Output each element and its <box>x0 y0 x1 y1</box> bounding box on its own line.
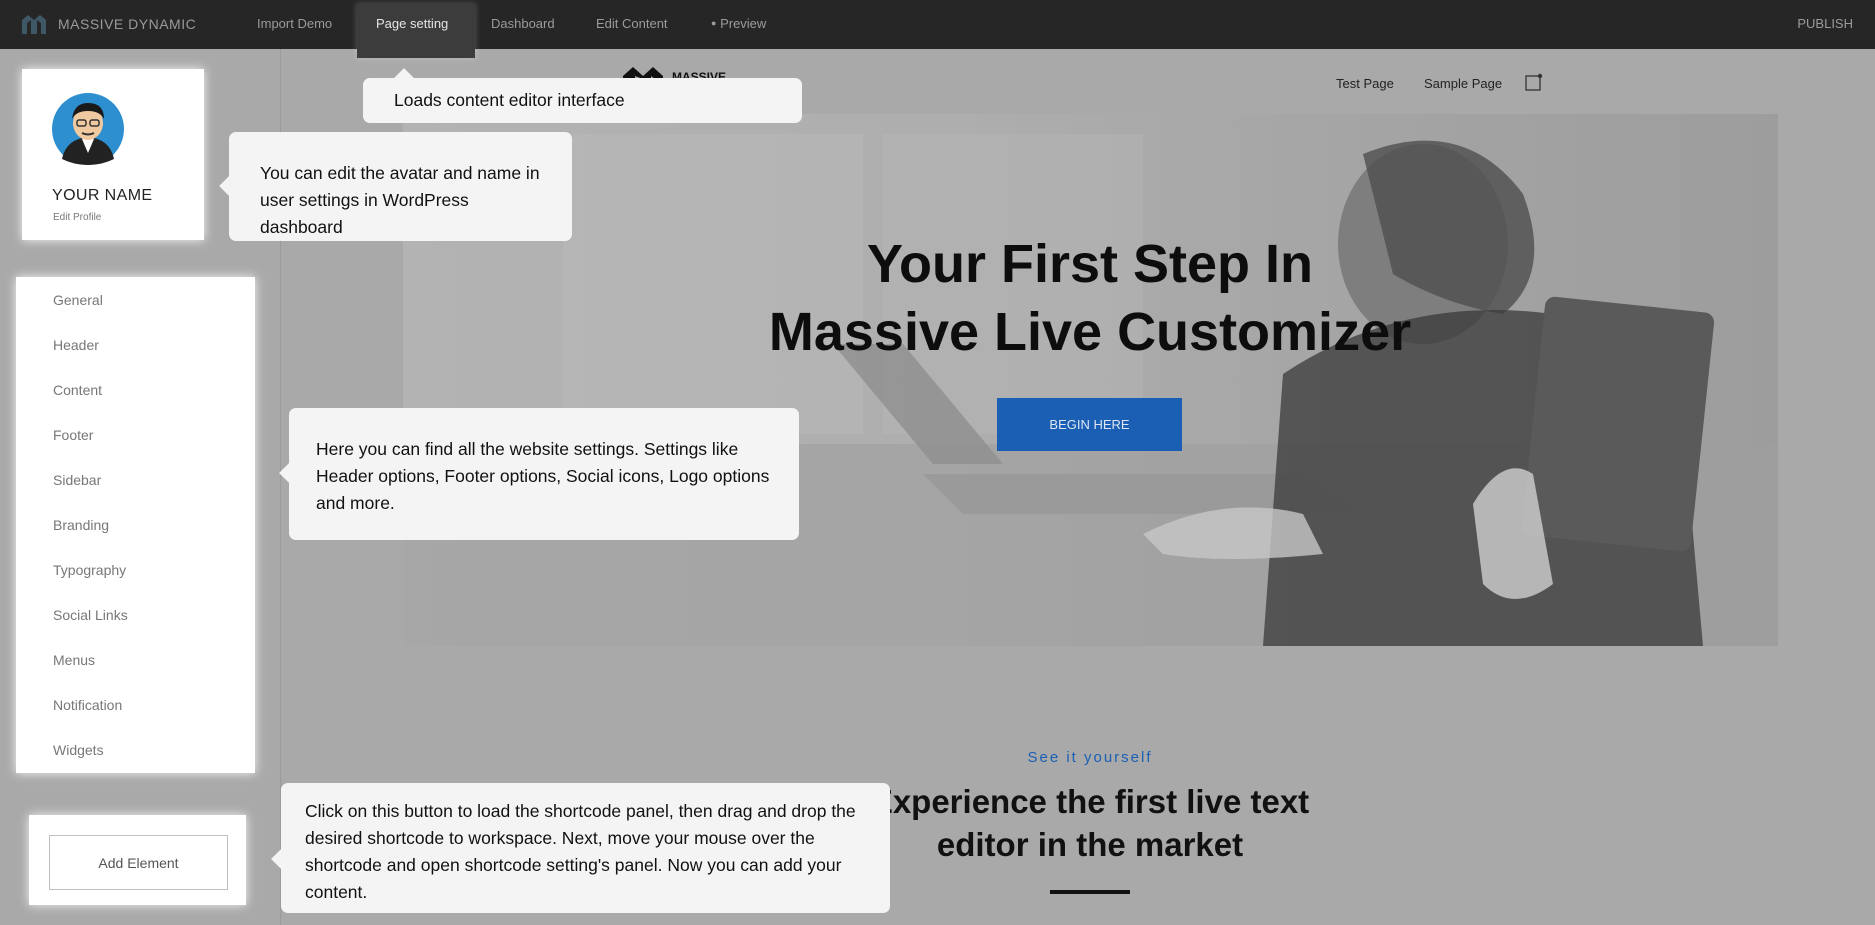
menu-item-widgets[interactable]: Widgets <box>53 742 104 758</box>
massive-logo-icon <box>22 15 46 34</box>
menu-item-footer[interactable]: Footer <box>53 427 93 443</box>
nav-edit-content[interactable]: Edit Content <box>596 16 668 31</box>
avatar[interactable] <box>52 93 124 165</box>
site-nav-test-page[interactable]: Test Page <box>1336 76 1394 91</box>
menu-item-sidebar[interactable]: Sidebar <box>53 472 101 488</box>
hero-title-line-1: Your First Step In <box>866 234 1314 294</box>
section-title-line-1: Experience the first live text <box>870 783 1310 820</box>
tooltip-settings: Here you can find all the website settin… <box>289 408 799 540</box>
menu-item-general[interactable]: General <box>53 292 103 308</box>
preview-dot-icon: ● <box>711 18 717 28</box>
tooltip-avatar: You can edit the avatar and name in user… <box>229 132 572 241</box>
menu-item-social-links[interactable]: Social Links <box>53 607 128 623</box>
tooltip-loads-editor: Loads content editor interface <box>363 78 802 123</box>
woman-laptop-illustration <box>403 134 1778 646</box>
nav-preview[interactable]: ● Preview <box>711 16 766 31</box>
nav-preview-label: Preview <box>720 16 767 31</box>
profile-card: YOUR NAME Edit Profile <box>22 69 204 240</box>
menu-item-branding[interactable]: Branding <box>53 517 109 533</box>
cart-icon[interactable] <box>1525 73 1543 91</box>
menu-item-typography[interactable]: Typography <box>53 562 126 578</box>
hero-title-line-2: Massive Live Customizer <box>768 302 1412 362</box>
active-tab-highlight <box>357 4 475 58</box>
menu-item-header[interactable]: Header <box>53 337 99 353</box>
site-nav-sample-page[interactable]: Sample Page <box>1424 76 1502 91</box>
section-underline <box>1050 890 1130 894</box>
section-kicker: See it yourself <box>1027 749 1153 766</box>
hero-image <box>403 114 1778 646</box>
menu-item-notification[interactable]: Notification <box>53 697 122 713</box>
nav-dashboard[interactable]: Dashboard <box>491 16 555 31</box>
brand-name: MASSIVE DYNAMIC <box>58 16 197 32</box>
nav-import-demo[interactable]: Import Demo <box>257 16 332 31</box>
add-element-button[interactable]: Add Element <box>49 835 228 890</box>
top-bar: MASSIVE DYNAMIC Import Demo Page setting… <box>0 0 1875 58</box>
hero-title: Your First Step In Massive Live Customiz… <box>680 230 1500 366</box>
menu-item-content[interactable]: Content <box>53 382 102 398</box>
nav-page-setting[interactable]: Page setting <box>376 16 448 31</box>
profile-name: YOUR NAME <box>52 187 153 204</box>
tooltip-add-element: Click on this button to load the shortco… <box>281 783 890 913</box>
brand: MASSIVE DYNAMIC <box>20 12 196 36</box>
edit-profile-link[interactable]: Edit Profile <box>53 212 101 223</box>
add-element-panel: Add Element <box>29 815 246 905</box>
begin-here-button[interactable]: BEGIN HERE <box>997 398 1182 451</box>
section-title-line-2: editor in the market <box>936 826 1244 863</box>
menu-item-menus[interactable]: Menus <box>53 652 95 668</box>
section-title: Experience the first live text editor in… <box>860 780 1320 866</box>
publish-button[interactable]: PUBLISH <box>1797 16 1853 31</box>
settings-menu: General Header Content Footer Sidebar Br… <box>16 277 255 773</box>
